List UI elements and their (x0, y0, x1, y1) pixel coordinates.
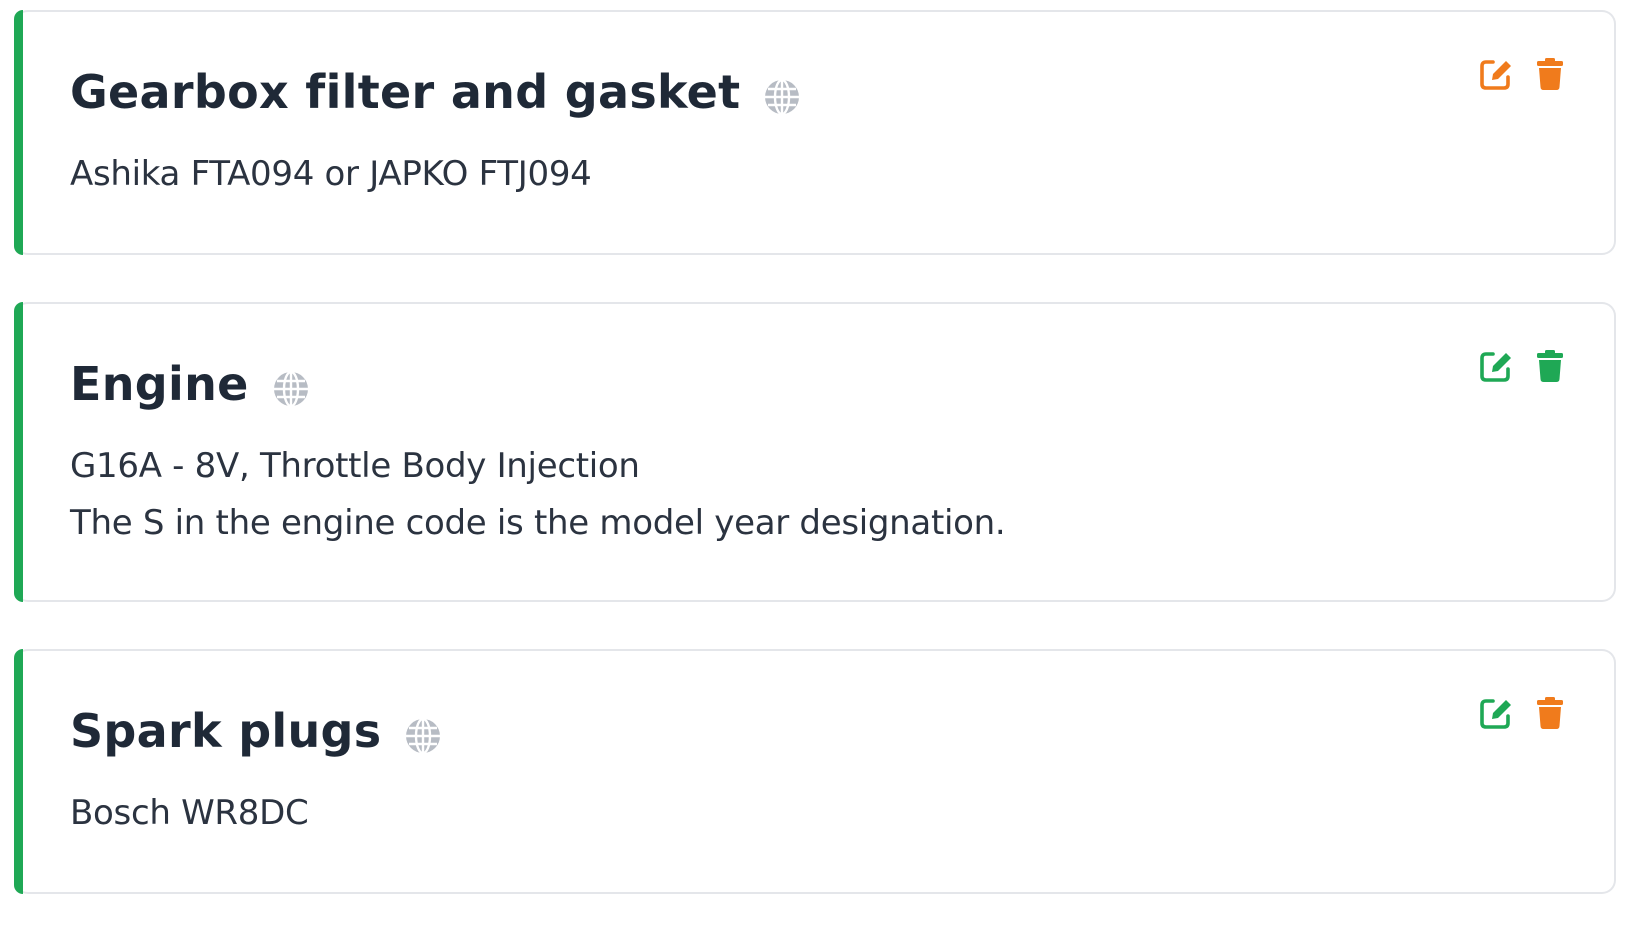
part-description: Ashika FTA094 or JAPKO FTJ094 (70, 146, 1484, 203)
card-actions (1478, 56, 1568, 92)
part-title-row: Engine (70, 354, 1484, 414)
trash-icon[interactable] (1532, 695, 1568, 731)
part-description-line: Ashika FTA094 or JAPKO FTJ094 (70, 154, 592, 194)
part-description: Bosch WR8DC (70, 785, 1484, 842)
part-description-line: The S in the engine code is the model ye… (70, 503, 1006, 543)
globe-icon (403, 716, 443, 756)
edit-icon[interactable] (1478, 348, 1514, 384)
parts-list: Gearbox filter and gasket Ashika FTA094 … (0, 0, 1628, 944)
part-title: Engine (70, 357, 249, 411)
trash-icon[interactable] (1532, 348, 1568, 384)
globe-icon (271, 369, 311, 409)
part-description-line: Bosch WR8DC (70, 793, 309, 833)
part-title: Gearbox filter and gasket (70, 65, 741, 119)
trash-icon[interactable] (1532, 56, 1568, 92)
part-description: G16A - 8V, Throttle Body Injection The S… (70, 438, 1484, 552)
part-title: Spark plugs (70, 704, 382, 758)
part-description-line: G16A - 8V, Throttle Body Injection (70, 446, 640, 486)
edit-icon[interactable] (1478, 695, 1514, 731)
globe-icon (762, 77, 802, 117)
part-card-body: Engine G16A - 8V, Throttle Body Injectio… (70, 354, 1484, 552)
part-title-row: Gearbox filter and gasket (70, 62, 1484, 122)
edit-icon[interactable] (1478, 56, 1514, 92)
card-actions (1478, 348, 1568, 384)
part-card-body: Gearbox filter and gasket Ashika FTA094 … (70, 62, 1484, 203)
part-card: Engine G16A - 8V, Throttle Body Injectio… (14, 302, 1616, 602)
card-actions (1478, 695, 1568, 731)
part-card: Gearbox filter and gasket Ashika FTA094 … (14, 10, 1616, 255)
part-card-body: Spark plugs Bosch WR8DC (70, 701, 1484, 842)
part-card: Spark plugs Bosch WR8DC (14, 649, 1616, 894)
part-title-row: Spark plugs (70, 701, 1484, 761)
